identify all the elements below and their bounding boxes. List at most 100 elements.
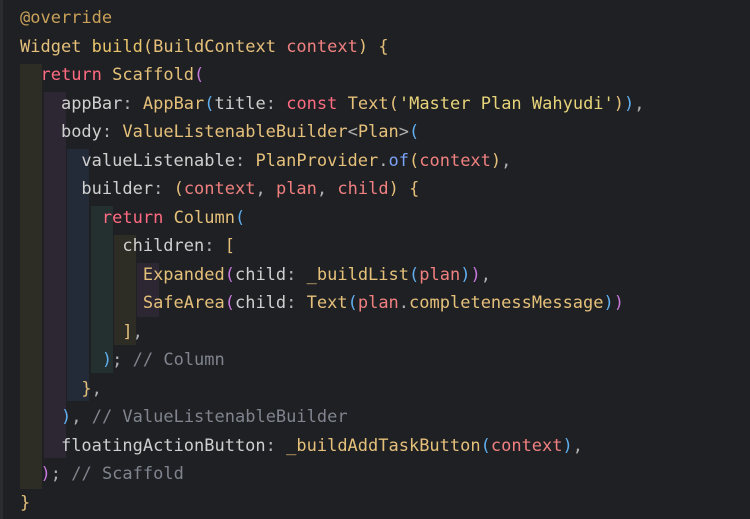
code-line[interactable]: Widget build(BuildContext context) { bbox=[20, 33, 645, 62]
code-token: Plan bbox=[357, 122, 399, 142]
code-token: ) bbox=[388, 179, 399, 199]
code-token: , bbox=[316, 179, 338, 199]
code-token: PlanProvider bbox=[255, 150, 379, 171]
code-token: valueListenable bbox=[81, 150, 235, 171]
code-token: ) bbox=[101, 350, 113, 370]
code-token: _buildAddTaskButton bbox=[286, 435, 481, 456]
code-line[interactable]: floatingActionButton: _buildAddTaskButto… bbox=[20, 432, 645, 461]
code-token: , bbox=[71, 407, 82, 427]
code-token: ( bbox=[224, 293, 235, 313]
code-token: : bbox=[204, 236, 225, 256]
code-token: of bbox=[388, 150, 409, 171]
code-line[interactable]: Expanded(child: _buildList(plan)), bbox=[20, 261, 645, 290]
code-line[interactable]: ), // ValueListenableBuilder bbox=[20, 403, 645, 432]
code-line[interactable]: children: [ bbox=[20, 232, 645, 261]
code-line[interactable]: return Scaffold( bbox=[20, 61, 645, 90]
code-token: ( bbox=[224, 264, 235, 285]
code-line[interactable]: ); // Column bbox=[20, 346, 645, 375]
code-token: , bbox=[255, 179, 276, 199]
code-token: ( bbox=[204, 93, 215, 114]
code-editor[interactable]: @override Widget build(BuildContext conte… bbox=[0, 0, 750, 519]
code-token: , bbox=[91, 378, 102, 399]
code-token: ValueListenableBuilder bbox=[122, 122, 348, 142]
code-token: , bbox=[132, 321, 143, 342]
code-token: ; bbox=[112, 350, 123, 370]
code-token: : bbox=[286, 293, 307, 313]
code-token: 'Master Plan Wahyudi' bbox=[398, 93, 614, 114]
code-token: } bbox=[20, 492, 31, 513]
code-token: ) bbox=[613, 293, 625, 313]
code-token: plan bbox=[275, 179, 317, 199]
code-line[interactable]: appBar: AppBar(title: const Text('Master… bbox=[20, 90, 645, 119]
code-line[interactable]: }, bbox=[20, 375, 645, 404]
code-token: child bbox=[234, 264, 287, 285]
code-token: children bbox=[122, 236, 205, 256]
code-token: BuildContext bbox=[153, 36, 276, 57]
code-token: < bbox=[347, 122, 358, 142]
code-token: _buildList bbox=[306, 264, 409, 285]
code-token: { bbox=[409, 179, 420, 199]
code-lines[interactable]: @override Widget build(BuildContext conte… bbox=[20, 4, 645, 517]
code-token: Widget bbox=[20, 36, 82, 57]
code-token: [ bbox=[224, 236, 235, 256]
code-token: builder bbox=[81, 179, 154, 199]
code-line[interactable]: @override bbox=[20, 4, 645, 33]
code-line[interactable]: body: ValueListenableBuilder<Plan>( bbox=[20, 118, 645, 147]
code-token: , bbox=[480, 264, 491, 285]
code-token: ) bbox=[60, 407, 72, 427]
code-token: ) bbox=[460, 264, 471, 285]
code-token: ) bbox=[40, 464, 51, 484]
code-token: context bbox=[286, 36, 358, 57]
code-token: appBar bbox=[60, 93, 123, 114]
code-token: // ValueListenableBuilder bbox=[91, 407, 348, 427]
code-line[interactable]: return Column( bbox=[20, 204, 645, 233]
code-token: child bbox=[337, 179, 389, 199]
code-line[interactable]: SafeArea(child: Text(plan.completenessMe… bbox=[20, 289, 645, 318]
code-token: Column bbox=[173, 207, 235, 228]
code-line[interactable]: builder: (context, plan, child) { bbox=[20, 175, 645, 204]
code-line[interactable]: } bbox=[20, 489, 645, 518]
code-token: : bbox=[101, 122, 123, 142]
code-token: : bbox=[153, 179, 174, 199]
code-token: ] bbox=[122, 321, 133, 342]
code-token: @override bbox=[20, 8, 113, 28]
code-token: context bbox=[490, 435, 563, 456]
code-token: ( bbox=[142, 36, 154, 57]
code-token: // Column bbox=[132, 350, 225, 370]
code-token: child bbox=[234, 293, 287, 313]
code-token: ) bbox=[603, 293, 614, 313]
code-token: plan bbox=[419, 264, 461, 285]
code-token: Text bbox=[347, 93, 389, 114]
code-token: : bbox=[234, 150, 256, 171]
code-token: ( bbox=[409, 264, 420, 285]
code-token: Scaffold bbox=[112, 65, 195, 85]
editor-gutter bbox=[0, 0, 3, 519]
code-line[interactable]: valueListenable: PlanProvider.of(context… bbox=[20, 147, 645, 176]
code-token: ; bbox=[50, 464, 61, 484]
code-token: . bbox=[398, 293, 410, 313]
code-line[interactable]: ); // Scaffold bbox=[20, 460, 645, 489]
code-token: context bbox=[183, 179, 256, 199]
code-token: . bbox=[378, 150, 389, 171]
code-token: floatingActionButton bbox=[60, 435, 266, 456]
code-token: Expanded bbox=[142, 264, 225, 285]
code-token: ( bbox=[234, 207, 246, 228]
code-token: ( bbox=[194, 65, 205, 85]
code-line[interactable]: ], bbox=[20, 318, 645, 347]
